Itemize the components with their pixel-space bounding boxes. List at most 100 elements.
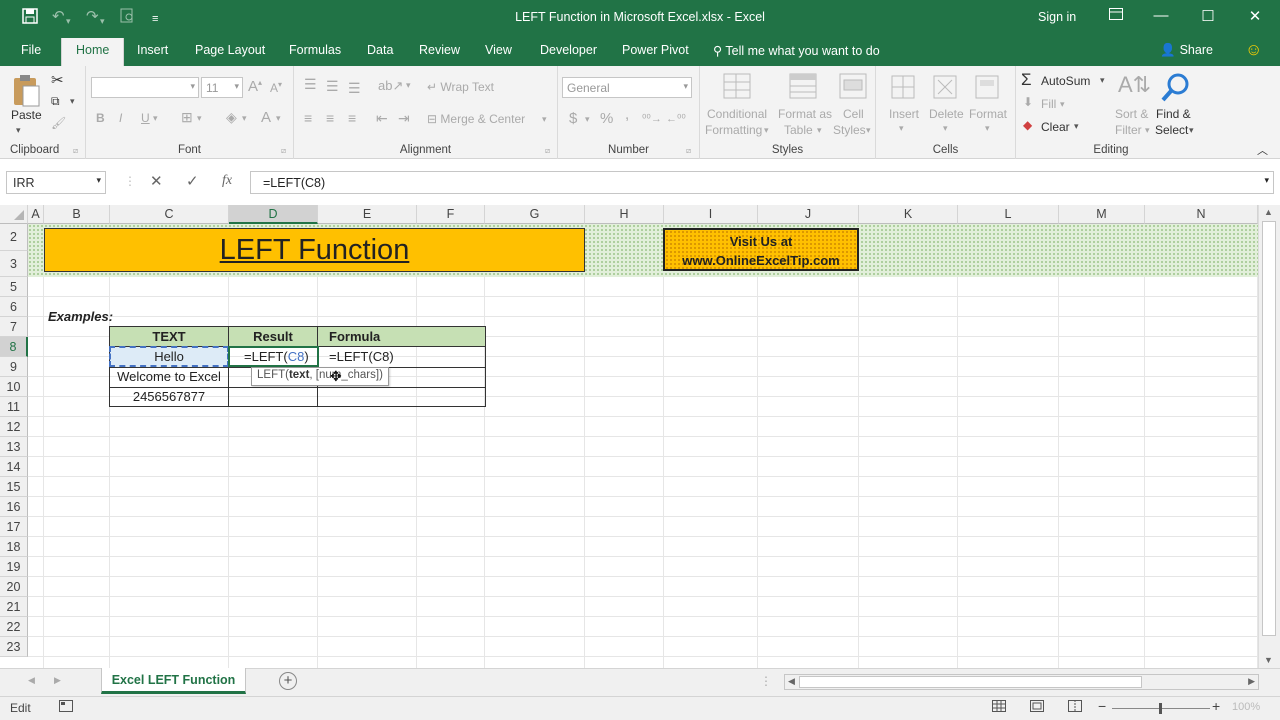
delete-cells-icon[interactable] bbox=[930, 72, 962, 104]
prev-sheet-icon[interactable]: ◀ bbox=[28, 675, 35, 686]
decrease-font-icon[interactable]: A▾ bbox=[270, 80, 282, 95]
insert-cells-icon[interactable] bbox=[888, 72, 920, 104]
fill-dropdown-icon[interactable]: ▾ bbox=[1060, 99, 1065, 110]
delete-cells-dropdown-icon[interactable]: ▾ bbox=[943, 123, 948, 134]
sign-in-link[interactable]: Sign in bbox=[1038, 10, 1076, 24]
next-sheet-icon[interactable]: ▶ bbox=[54, 675, 61, 686]
row-header-8[interactable]: 8 bbox=[0, 337, 28, 357]
cell-styles-line2[interactable]: Styles bbox=[833, 123, 866, 137]
find-select-dropdown-icon[interactable]: ▾ bbox=[1189, 125, 1194, 136]
zoom-level[interactable]: 100% bbox=[1232, 701, 1260, 713]
column-header-l[interactable]: L bbox=[958, 205, 1059, 224]
sort-filter-line1[interactable]: Sort & bbox=[1115, 107, 1148, 121]
column-header-i[interactable]: I bbox=[664, 205, 758, 224]
row-header-21[interactable]: 21 bbox=[0, 597, 28, 617]
row-header-15[interactable]: 15 bbox=[0, 477, 28, 497]
clipboard-launcher-icon[interactable]: ⧄ bbox=[73, 146, 78, 156]
percent-button[interactable]: % bbox=[600, 110, 613, 127]
column-header-j[interactable]: J bbox=[758, 205, 859, 224]
increase-indent-icon[interactable]: ⇥ bbox=[398, 110, 410, 127]
decrease-decimal-icon[interactable]: ←⁰⁰ bbox=[666, 112, 686, 125]
header-text[interactable]: TEXT bbox=[110, 327, 228, 347]
cell-c9[interactable]: Welcome to Excel bbox=[110, 367, 228, 387]
insert-function-button[interactable]: fx bbox=[222, 173, 232, 189]
smiley-feedback-icon[interactable]: ☺ bbox=[1245, 40, 1262, 60]
format-as-table-dropdown-icon[interactable]: ▾ bbox=[817, 125, 822, 136]
delete-cells-label[interactable]: Delete bbox=[929, 107, 964, 121]
clear-dropdown-icon[interactable]: ▾ bbox=[1074, 121, 1079, 132]
column-header-k[interactable]: K bbox=[859, 205, 958, 224]
wrap-text-button[interactable]: ↵ Wrap Text bbox=[427, 80, 494, 94]
fill-color-icon[interactable]: ◈ bbox=[226, 109, 237, 126]
row-header-6[interactable]: 6 bbox=[0, 297, 28, 317]
page-break-preview-icon[interactable] bbox=[1068, 700, 1082, 715]
function-tooltip[interactable]: LEFT(text, [num_chars]) bbox=[251, 367, 389, 386]
orientation-dropdown-icon[interactable]: ▾ bbox=[406, 80, 411, 91]
copy-icon[interactable]: ⧉ bbox=[51, 94, 60, 109]
autosum-dropdown-icon[interactable]: ▾ bbox=[1100, 75, 1105, 86]
row-header-20[interactable]: 20 bbox=[0, 577, 28, 597]
row-header-7[interactable]: 7 bbox=[0, 317, 28, 337]
row-header-16[interactable]: 16 bbox=[0, 497, 28, 517]
cell-styles-dropdown-icon[interactable]: ▾ bbox=[866, 125, 871, 136]
merge-center-button[interactable]: ⊟ Merge & Center bbox=[427, 112, 525, 126]
underline-button[interactable]: U bbox=[141, 111, 150, 125]
minimize-icon[interactable]: — bbox=[1151, 7, 1171, 24]
orientation-icon[interactable]: ab↗ bbox=[378, 78, 403, 94]
bold-button[interactable]: B bbox=[96, 111, 105, 125]
insert-cells-label[interactable]: Insert bbox=[889, 107, 919, 121]
row-header-5[interactable]: 5 bbox=[0, 277, 28, 297]
row-header-14[interactable]: 14 bbox=[0, 457, 28, 477]
row-header-3[interactable]: 3 bbox=[0, 251, 28, 277]
collapse-ribbon-icon[interactable]: ︿ bbox=[1257, 142, 1268, 158]
enter-check-icon[interactable]: ✓ bbox=[186, 172, 199, 190]
format-cells-dropdown-icon[interactable]: ▾ bbox=[985, 123, 990, 134]
row-header-18[interactable]: 18 bbox=[0, 537, 28, 557]
bottom-align-icon[interactable]: ☰ bbox=[348, 80, 361, 97]
find-select-icon[interactable] bbox=[1160, 72, 1192, 104]
tab-splitter-icon[interactable]: ⋮ bbox=[760, 674, 772, 688]
font-color-dropdown-icon[interactable]: ▾ bbox=[276, 113, 281, 124]
row-header-17[interactable]: 17 bbox=[0, 517, 28, 537]
column-header-m[interactable]: M bbox=[1059, 205, 1145, 224]
column-header-f[interactable]: F bbox=[417, 205, 485, 224]
tab-power-pivot[interactable]: Power Pivot bbox=[622, 43, 689, 57]
paste-icon[interactable] bbox=[10, 74, 42, 107]
format-cells-label[interactable]: Format bbox=[969, 107, 1007, 121]
merge-dropdown-icon[interactable]: ▾ bbox=[542, 114, 547, 125]
italic-button[interactable]: I bbox=[119, 111, 122, 125]
select-all-corner[interactable] bbox=[0, 205, 28, 224]
alignment-launcher-icon[interactable]: ⧄ bbox=[545, 146, 550, 156]
font-name-dropdown[interactable]: ▾ bbox=[91, 77, 199, 98]
font-launcher-icon[interactable]: ⧄ bbox=[281, 146, 286, 156]
fill-label[interactable]: Fill bbox=[1041, 97, 1056, 111]
autosum-label[interactable]: AutoSum bbox=[1041, 74, 1090, 88]
fill-color-dropdown-icon[interactable]: ▾ bbox=[242, 113, 247, 124]
normal-view-icon[interactable] bbox=[992, 700, 1006, 715]
find-select-line2[interactable]: Select bbox=[1155, 123, 1188, 137]
column-header-g[interactable]: G bbox=[485, 205, 585, 224]
font-size-dropdown[interactable]: 11 ▾ bbox=[201, 77, 243, 98]
worksheet-grid[interactable]: ABCDEFGHIJKLMN 2 3 5 6 7 8 9 10 11 12 13 14 15 16 17 18… bbox=[0, 205, 1258, 668]
column-header-c[interactable]: C bbox=[110, 205, 229, 224]
cell-c10[interactable]: 2456567877 bbox=[110, 387, 228, 407]
cell-styles-line1[interactable]: Cell bbox=[843, 107, 864, 121]
formula-input[interactable]: =LEFT(C8) ▾ bbox=[250, 171, 1274, 194]
header-result[interactable]: Result bbox=[229, 327, 317, 347]
zoom-out-icon[interactable]: − bbox=[1098, 698, 1106, 714]
page-layout-view-icon[interactable] bbox=[1030, 700, 1044, 715]
conditional-formatting-dropdown-icon[interactable]: ▾ bbox=[764, 125, 769, 136]
vertical-scrollbar[interactable]: ▲ ▼ bbox=[1258, 205, 1280, 668]
column-header-d[interactable]: D bbox=[229, 205, 318, 224]
number-format-dropdown[interactable]: General ▾ bbox=[562, 77, 692, 98]
tab-page-layout[interactable]: Page Layout bbox=[195, 43, 265, 57]
tab-review[interactable]: Review bbox=[419, 43, 460, 57]
top-align-icon[interactable]: ☰ bbox=[304, 76, 317, 93]
tab-view[interactable]: View bbox=[485, 43, 512, 57]
cancel-entry-icon[interactable]: ✕ bbox=[150, 172, 163, 190]
macro-recording-icon[interactable] bbox=[59, 700, 73, 715]
row-header-9[interactable]: 9 bbox=[0, 357, 28, 377]
conditional-formatting-line1[interactable]: Conditional bbox=[707, 107, 767, 121]
zoom-slider-thumb[interactable] bbox=[1159, 703, 1162, 714]
row-header-23[interactable]: 23 bbox=[0, 637, 28, 657]
